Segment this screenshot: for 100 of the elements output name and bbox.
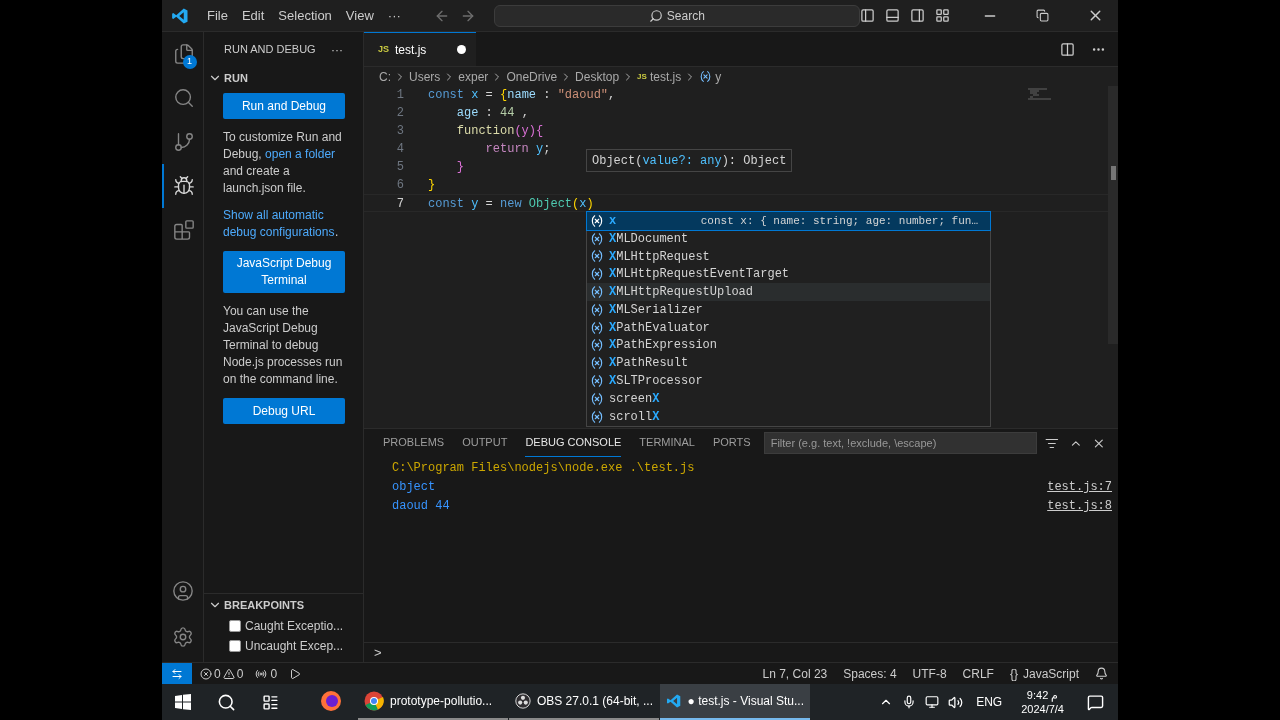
link[interactable]: Show all automatic debug configurations bbox=[223, 207, 335, 241]
secondary-sidebar-icon[interactable] bbox=[910, 8, 925, 23]
ports-count[interactable]: 0 bbox=[270, 664, 278, 683]
remote-button[interactable] bbox=[162, 663, 192, 684]
suggestion-item[interactable]: XMLSerializer bbox=[587, 301, 990, 319]
start-icon[interactable] bbox=[175, 694, 191, 710]
line-number: 1 bbox=[395, 87, 404, 104]
variable-icon bbox=[590, 391, 604, 406]
suggestion-item[interactable]: XPathExpression bbox=[587, 336, 990, 355]
notifications-icon[interactable] bbox=[1087, 693, 1104, 711]
browser-icon bbox=[320, 690, 342, 712]
microphone-icon[interactable] bbox=[902, 695, 917, 709]
breadcrumb-item[interactable]: OneDrive bbox=[506, 67, 558, 86]
suggestion-item[interactable]: screenX bbox=[587, 389, 990, 408]
run-section-header[interactable]: RUN bbox=[204, 67, 363, 89]
network-icon[interactable] bbox=[925, 695, 940, 709]
ports-icon bbox=[255, 667, 268, 680]
source-link[interactable]: test.js:8 bbox=[1047, 497, 1112, 516]
editor-scrollbar[interactable] bbox=[1108, 86, 1118, 344]
split-editor-icon[interactable] bbox=[1060, 41, 1075, 57]
warning-count[interactable]: 0 bbox=[236, 664, 244, 683]
notifications-icon[interactable] bbox=[1095, 667, 1108, 680]
source-link[interactable]: test.js:7 bbox=[1047, 478, 1112, 497]
panel-tab[interactable]: DEBUG CONSOLE bbox=[525, 429, 622, 457]
debug-launch-icon[interactable] bbox=[289, 667, 302, 680]
sidebar-toggle-icon[interactable] bbox=[860, 8, 875, 23]
layout-icon[interactable] bbox=[935, 8, 950, 23]
language-mode[interactable]: {} JavaScript bbox=[1009, 664, 1079, 683]
status-item[interactable]: Spaces: 4 bbox=[843, 664, 897, 683]
editor-tab[interactable]: JS test.js bbox=[364, 32, 476, 66]
suggestion-label: XMLDocument bbox=[609, 230, 689, 248]
suggestion-item[interactable]: XMLHttpRequestEventTarget bbox=[587, 265, 990, 284]
breadcrumb-item[interactable]: y bbox=[715, 67, 722, 86]
menu-item[interactable]: View bbox=[338, 5, 381, 26]
suggestion-item[interactable]: XMLHttpRequestUpload bbox=[587, 283, 990, 301]
extensions-icon bbox=[172, 219, 195, 241]
browser-icon bbox=[364, 691, 384, 711]
link[interactable]: open a folder bbox=[265, 147, 336, 161]
search-icon bbox=[648, 8, 663, 23]
console-line: daoud 44 bbox=[392, 498, 450, 515]
more-actions-button[interactable]: ··· bbox=[331, 40, 343, 59]
menu-item[interactable]: Edit bbox=[234, 5, 272, 26]
taskbar-app[interactable]: prototype-pollutio... bbox=[358, 684, 508, 720]
restore-icon[interactable] bbox=[1036, 9, 1049, 22]
menu-item[interactable]: File bbox=[200, 5, 235, 26]
action-button[interactable]: JavaScript Debug Terminal bbox=[223, 251, 345, 293]
account-icon[interactable] bbox=[171, 580, 194, 602]
code-line: age : 44 , bbox=[455, 105, 529, 122]
suggestion-item[interactable]: XPathEvaluator bbox=[587, 318, 990, 337]
breakpoints-header[interactable]: BREAKPOINTS bbox=[204, 594, 363, 616]
menu-item[interactable]: Selection bbox=[271, 5, 339, 26]
panel-tab[interactable]: PROBLEMS bbox=[383, 429, 445, 457]
suggestion-label: XMLHttpRequestEventTarget bbox=[609, 266, 790, 284]
status-item[interactable]: CRLF bbox=[962, 664, 994, 683]
line-number: 6 bbox=[395, 177, 404, 194]
suggestion-item[interactable]: XMLHttpRequest bbox=[587, 247, 990, 266]
activity-item[interactable]: 1 bbox=[161, 32, 204, 76]
checkbox[interactable] bbox=[229, 620, 241, 632]
panel-tab[interactable]: OUTPUT bbox=[462, 429, 508, 457]
taskbar-app[interactable]: ● test.js - Visual Stu... bbox=[660, 684, 810, 720]
error-icon bbox=[200, 667, 212, 680]
checkbox[interactable] bbox=[229, 640, 241, 652]
status-item[interactable]: UTF-8 bbox=[912, 664, 947, 683]
status-item[interactable]: Ln 7, Col 23 bbox=[762, 664, 828, 683]
suggestion-item[interactable]: XPathResult bbox=[587, 354, 990, 373]
panel-tab[interactable]: PORTS bbox=[712, 429, 751, 457]
taskbar-app[interactable]: OBS 27.0.1 (64-bit, ... bbox=[509, 684, 659, 720]
search-icon[interactable] bbox=[217, 692, 236, 712]
variable-icon bbox=[590, 338, 604, 353]
suggestion-item[interactable]: XMLDocument bbox=[587, 229, 990, 248]
breadcrumb-item[interactable]: Users bbox=[409, 67, 441, 86]
search-field[interactable]: Search bbox=[493, 4, 860, 27]
volume-icon[interactable] bbox=[948, 694, 964, 710]
task-view-icon[interactable] bbox=[262, 693, 279, 711]
breadcrumb-item[interactable]: Desktop bbox=[575, 67, 620, 86]
panel-toggle-icon[interactable] bbox=[885, 8, 900, 23]
settings-icon[interactable] bbox=[171, 626, 194, 648]
suggestion-item[interactable]: XSLTProcessor bbox=[587, 372, 990, 390]
breadcrumb-item[interactable]: C: bbox=[379, 67, 391, 86]
breadcrumb-item[interactable]: test.js bbox=[649, 67, 682, 86]
console-prompt[interactable]: > bbox=[374, 642, 382, 663]
action-button[interactable]: Debug URL bbox=[223, 398, 345, 424]
action-button[interactable]: Run and Debug bbox=[223, 93, 345, 119]
variable-icon bbox=[590, 320, 604, 335]
suggestion-item[interactable]: x const x: { name: string; age: number; fun… bbox=[587, 212, 990, 230]
filter-field[interactable]: Filter (e.g. text, !exclude, \escape) bbox=[763, 432, 1037, 454]
menu-item[interactable]: ··· bbox=[380, 5, 408, 26]
javascript-file-icon: JS bbox=[637, 70, 647, 83]
line-number: 4 bbox=[395, 141, 404, 158]
suggestion-item[interactable]: scrollX bbox=[587, 407, 990, 426]
remote-icon bbox=[171, 667, 183, 680]
error-count[interactable]: 0 bbox=[214, 664, 221, 683]
input-language[interactable]: ENG bbox=[976, 693, 1003, 711]
suggestion-label: XPathResult bbox=[609, 355, 689, 373]
suggestion-label: screenX bbox=[609, 390, 660, 408]
breadcrumb-item[interactable]: exper bbox=[458, 67, 489, 86]
app-logo-icon bbox=[171, 6, 189, 25]
console-line: object bbox=[392, 479, 436, 496]
panel-tab[interactable]: TERMINAL bbox=[639, 429, 695, 457]
suggestion-label: XPathExpression bbox=[609, 337, 718, 355]
